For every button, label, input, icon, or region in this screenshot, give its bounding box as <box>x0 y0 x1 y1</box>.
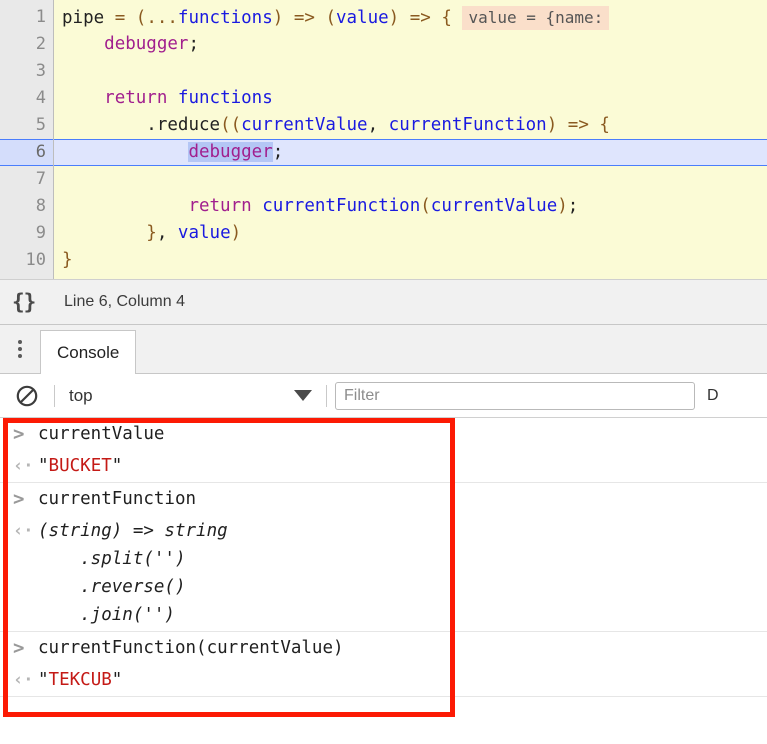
quote-close: " <box>111 670 123 690</box>
code-line-5[interactable]: .reduce((currentValue, currentFunction) … <box>54 112 767 139</box>
code-line-2[interactable]: debugger; <box>54 31 767 58</box>
console-output-row[interactable]: ‹· (string) => string .split('') .revers… <box>0 515 767 631</box>
line-number-gutter: 1 2 3 4 5 6 7 8 9 10 <box>0 0 54 279</box>
cursor-position-label: Line 6, Column 4 <box>64 293 185 310</box>
output-chevron-icon: ‹· <box>13 521 34 541</box>
line-number-1[interactable]: 1 <box>0 4 53 31</box>
tab-console[interactable]: Console <box>40 330 137 374</box>
input-chevron-icon: > <box>13 423 25 445</box>
code-line-6[interactable]: debugger; <box>54 139 767 166</box>
console-toolbar: top D <box>0 374 767 418</box>
console-output-row[interactable]: ‹· "BUCKET" <box>0 450 767 482</box>
console-output-text: "TEKCUB" <box>38 666 122 694</box>
toolbar-divider-2 <box>326 384 327 407</box>
console-input-text: currentFunction(currentValue) <box>38 638 344 658</box>
editor-status-bar: {} Line 6, Column 4 <box>0 280 767 325</box>
line-number-8[interactable]: 8 <box>0 193 53 220</box>
string-value: BUCKET <box>48 456 112 476</box>
code-line-10[interactable]: } <box>54 247 767 274</box>
quote-close: " <box>111 456 123 476</box>
code-line-8[interactable]: return currentFunction(currentValue); <box>54 193 767 220</box>
console-output-row[interactable]: ‹· "TEKCUB" <box>0 664 767 696</box>
console-input-text: currentFunction <box>38 489 197 509</box>
line-number-5[interactable]: 5 <box>0 112 53 139</box>
console-input-row[interactable]: > currentValue <box>0 418 767 450</box>
console-input-row[interactable]: > currentFunction(currentValue) <box>0 632 767 664</box>
code-text-area[interactable]: pipe = (...functions) => (value) => { va… <box>54 0 767 279</box>
output-chevron-icon: ‹· <box>13 670 34 690</box>
line-number-6[interactable]: 6 <box>0 139 53 166</box>
pretty-print-braces-icon[interactable]: {} <box>12 290 48 314</box>
filter-input[interactable] <box>335 381 695 410</box>
code-line-1[interactable]: pipe = (...functions) => (value) => { va… <box>54 4 767 31</box>
log-levels-label[interactable]: D <box>707 387 759 405</box>
clear-console-icon[interactable] <box>8 381 46 411</box>
code-line-9[interactable]: }, value) <box>54 220 767 247</box>
console-input-text: currentValue <box>38 424 165 444</box>
input-chevron-icon: > <box>13 488 25 510</box>
code-line-7[interactable] <box>54 166 767 193</box>
chevron-down-icon <box>294 390 312 401</box>
console-entry: > currentFunction(currentValue) ‹· "TEKC… <box>0 632 767 697</box>
line-number-4[interactable]: 4 <box>0 85 53 112</box>
console-entry: > currentFunction ‹· (string) => string … <box>0 483 767 632</box>
line-number-2[interactable]: 2 <box>0 31 53 58</box>
input-chevron-icon: > <box>13 637 25 659</box>
console-output-text: "BUCKET" <box>38 452 122 480</box>
line-number-9[interactable]: 9 <box>0 220 53 247</box>
toolbar-divider-1 <box>54 384 55 407</box>
code-line-4[interactable]: return functions <box>54 85 767 112</box>
string-value: TEKCUB <box>48 670 112 690</box>
output-chevron-icon: ‹· <box>13 456 34 476</box>
line-number-3[interactable]: 3 <box>0 58 53 85</box>
quote-open: " <box>38 456 49 476</box>
execution-context-label: top <box>69 385 93 405</box>
kebab-menu-icon[interactable] <box>0 324 40 373</box>
inline-value-hint: value = {name: <box>462 6 610 30</box>
console-input-row[interactable]: > currentFunction <box>0 483 767 515</box>
drawer-tab-strip: Console <box>0 325 767 374</box>
line-number-7[interactable]: 7 <box>0 166 53 193</box>
console-entry: > currentValue ‹· "BUCKET" <box>0 418 767 483</box>
code-editor-pane[interactable]: 1 2 3 4 5 6 7 8 9 10 pipe = (...function… <box>0 0 767 280</box>
console-output-text: (string) => string .split('') .reverse()… <box>38 521 228 625</box>
line-number-10[interactable]: 10 <box>0 247 53 274</box>
execution-context-select[interactable]: top <box>63 382 318 410</box>
console-output-area[interactable]: > currentValue ‹· "BUCKET" > currentFunc… <box>0 418 767 725</box>
quote-open: " <box>38 670 49 690</box>
code-line-3[interactable] <box>54 58 767 85</box>
